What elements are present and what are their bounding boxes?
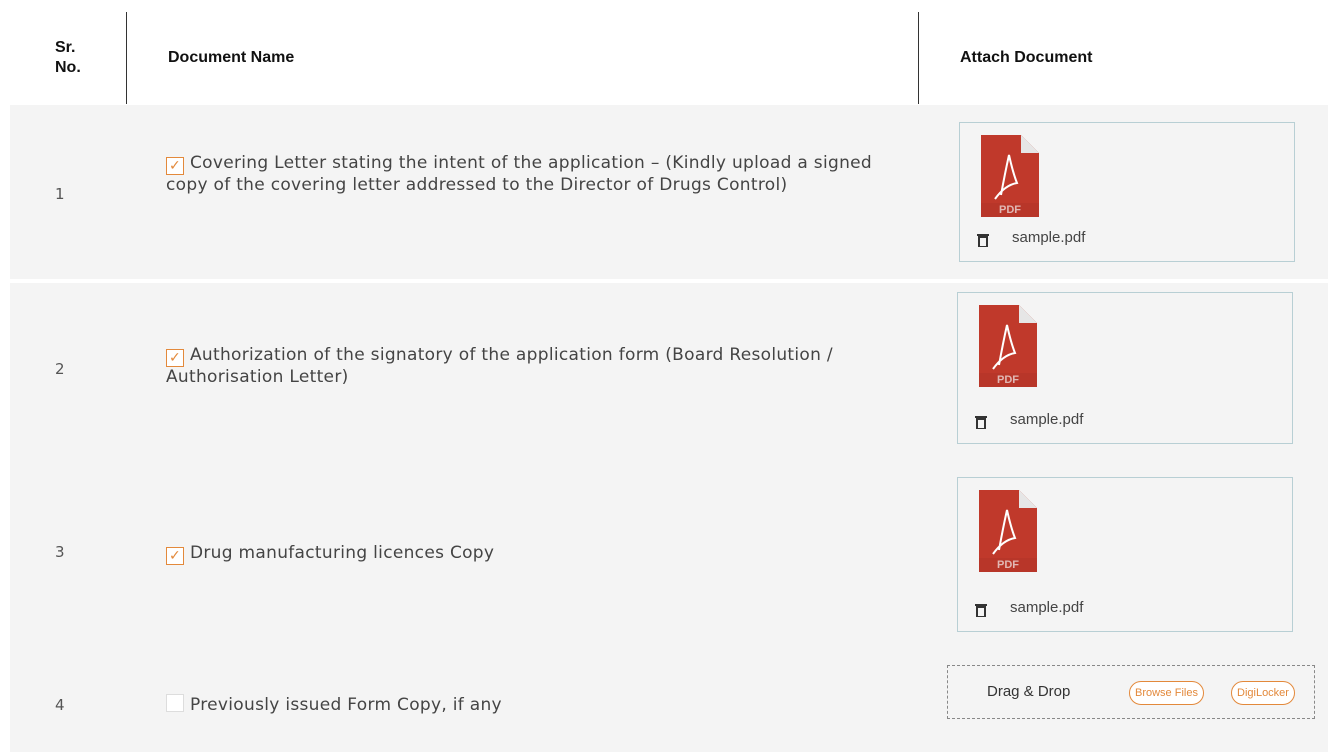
- file-name: sample.pdf: [1010, 411, 1084, 428]
- browse-files-button[interactable]: Browse Files: [1129, 681, 1204, 705]
- drag-drop-label: Drag & Drop: [987, 683, 1071, 700]
- row-sr-no: 3: [55, 543, 65, 561]
- pdf-file-icon: PDF: [979, 490, 1037, 572]
- header-divider: [918, 12, 919, 104]
- document-name: Previously issued Form Copy, if any: [166, 694, 886, 716]
- documents-table: Sr. No. Document Name Attach Document 1 …: [10, 0, 1328, 752]
- trash-icon[interactable]: [977, 233, 989, 247]
- document-checkbox[interactable]: ✓: [166, 349, 184, 367]
- file-dropzone[interactable]: Drag & Drop Browse Files DigiLocker: [947, 665, 1315, 719]
- file-name: sample.pdf: [1010, 599, 1084, 616]
- attached-file-card[interactable]: PDF sample.pdf: [957, 292, 1293, 444]
- pdf-file-icon: PDF: [981, 135, 1039, 217]
- document-name: ✓ Authorization of the signatory of the a…: [166, 345, 833, 387]
- table-header: Sr. No. Document Name Attach Document: [10, 10, 1328, 105]
- document-checkbox[interactable]: ✓: [166, 157, 184, 175]
- attached-file-card[interactable]: PDF sample.pdf: [959, 122, 1295, 262]
- document-name: ✓ Drug manufacturing licences Copy: [166, 543, 886, 565]
- file-name: sample.pdf: [1012, 229, 1086, 246]
- row-sr-no: 4: [55, 696, 65, 714]
- row-sr-no: 1: [55, 185, 65, 203]
- header-attach-document: Attach Document: [960, 48, 1093, 66]
- document-checkbox[interactable]: ✓: [166, 547, 184, 565]
- trash-icon[interactable]: [975, 415, 987, 429]
- document-name: ✓ Covering Letter stating the intent of t…: [166, 153, 873, 195]
- trash-icon[interactable]: [975, 603, 987, 617]
- table-row: 2 ✓ Authorization of the signatory of the…: [10, 283, 1328, 464]
- attached-file-card[interactable]: PDF sample.pdf: [957, 477, 1293, 632]
- header-document-name: Document Name: [168, 48, 295, 66]
- header-sr-no: Sr. No.: [55, 38, 81, 76]
- digilocker-button[interactable]: DigiLocker: [1231, 681, 1295, 705]
- document-checkbox[interactable]: [166, 694, 184, 712]
- table-row: 3 ✓ Drug manufacturing licences Copy PDF …: [10, 464, 1328, 647]
- table-row: 1 ✓ Covering Letter stating the intent of…: [10, 105, 1328, 279]
- row-sr-no: 2: [55, 360, 65, 378]
- header-divider: [126, 12, 127, 104]
- pdf-file-icon: PDF: [979, 305, 1037, 387]
